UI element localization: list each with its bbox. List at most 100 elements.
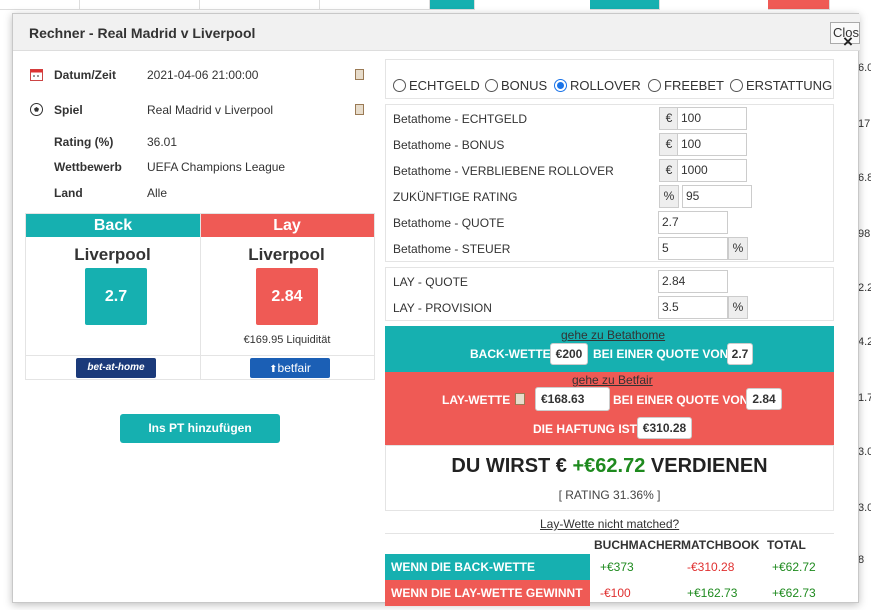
field-label: Betathome - STEUER (393, 242, 511, 256)
field-label: LAY - PROVISION (393, 301, 492, 315)
profit-prefix: DU WIRST € (451, 455, 567, 477)
info-row-rating: Rating (%) 36.01 (25, 132, 373, 152)
col-header: MATCHBOOK (681, 538, 760, 552)
percent-addon: % (728, 296, 748, 319)
col-header: TOTAL (767, 538, 806, 552)
clipboard-icon[interactable] (515, 393, 525, 405)
lay-liquidity: €169.95 Liquidität (243, 334, 331, 346)
goto-betathome-link[interactable]: gehe zu Betathome (561, 328, 665, 342)
form-row-echtgeld: Betathome - ECHTGELD € 100 (386, 105, 835, 131)
radio-label[interactable]: ROLLOVER (570, 78, 641, 93)
back-quote-input[interactable]: 2.7 (658, 211, 728, 234)
currency-addon: € (659, 107, 679, 130)
add-to-pt-button[interactable]: Ins PT hinzufügen (120, 414, 280, 443)
bg-value: 1.7 (858, 392, 871, 404)
calendar-icon (30, 69, 43, 81)
table-row: WENN DIE LAY-WETTE GEWINNT -€100 +€162.7… (385, 580, 833, 606)
back-header: Back (26, 214, 200, 237)
info-row-competition: Wettbewerb UEFA Champions League (25, 157, 373, 177)
info-label: Rating (%) (54, 135, 114, 149)
radio-label[interactable]: ERSTATTUNG (746, 78, 832, 93)
col-header: BUCHMACHER (594, 538, 682, 552)
form-row-bonus: Betathome - BONUS € 100 (386, 131, 835, 157)
bg-value: 4.2 (858, 336, 871, 348)
total-value: +€62.72 (772, 560, 816, 574)
field-label: Betathome - ECHTGELD (393, 112, 528, 126)
info-value: 2021-04-06 21:00:00 (147, 68, 259, 82)
profit-suffix: VERDIENEN (650, 455, 768, 477)
liability-label: DIE HAFTUNG IST (533, 422, 637, 436)
profit-headline: DU WIRST € +€62.72 VERDIENEN (386, 455, 833, 478)
back-odds: 2.7 (85, 268, 147, 325)
info-value: UEFA Champions League (147, 160, 286, 174)
matchbook-value: -€310.28 (687, 560, 735, 574)
modal-title: Rechner - Real Madrid v Liverpool (29, 25, 256, 41)
info-row-datetime: Datum/Zeit 2021-04-06 21:00:00 (25, 65, 373, 85)
bg-value: 2.2 (858, 282, 871, 294)
form-row-lay-provision: LAY - PROVISION 3.5 % (386, 294, 835, 320)
provision-input[interactable]: 3.5 (658, 296, 728, 319)
bonus-input[interactable]: 100 (677, 133, 747, 156)
total-value: +€62.73 (772, 586, 816, 600)
lay-quote-input[interactable]: 2.84 (658, 270, 728, 293)
back-odds-label: BEI EINER QUOTE VON (593, 347, 729, 361)
form-row-rollover: Betathome - VERBLIEBENE ROLLOVER € 1000 (386, 157, 835, 183)
bookmaker-form: Betathome - ECHTGELD € 100 Betathome - B… (385, 104, 834, 262)
close-icon[interactable]: × (843, 32, 853, 52)
profit-amount: +€62.72 (572, 455, 646, 477)
info-row-country: Land Alle (25, 183, 373, 203)
goto-betfair-link[interactable]: gehe zu Betfair (572, 373, 653, 387)
echtgeld-input[interactable]: 100 (677, 107, 747, 130)
rollover-input[interactable]: 1000 (677, 159, 747, 182)
currency-addon: € (659, 159, 679, 182)
form-row-lay-quote: LAY - QUOTE 2.84 (386, 268, 835, 294)
bg-value: 3.0 (858, 446, 871, 458)
radio-label[interactable]: BONUS (501, 78, 547, 93)
row-label: WENN DIE BACK-WETTE GEWINNT (385, 554, 590, 600)
field-label: ZUKÜNFTIGE RATING (393, 190, 518, 204)
lay-odds-label: BEI EINER QUOTE VON (613, 393, 749, 407)
back-bet-label: BACK-WETTE (470, 347, 551, 361)
bet-at-home-logo[interactable]: bet-at-home (76, 358, 156, 378)
outcome-table: BUCHMACHER MATCHBOOK TOTAL WENN DIE BACK… (385, 533, 834, 606)
radio-erstattung[interactable] (730, 79, 743, 92)
event-info-panel: Datum/Zeit 2021-04-06 21:00:00 Spiel Rea… (25, 59, 375, 207)
info-label: Land (54, 186, 83, 200)
radio-label[interactable]: ECHTGELD (409, 78, 480, 93)
lay-not-matched-link[interactable]: Lay-Wette nicht matched? (540, 517, 679, 531)
bookmaker-value: -€100 (600, 586, 631, 600)
clipboard-icon[interactable] (355, 104, 364, 115)
field-label: LAY - QUOTE (393, 275, 468, 289)
info-row-match: Spiel Real Madrid v Liverpool (25, 100, 373, 120)
info-value: 36.01 (147, 135, 178, 149)
modal-header: Rechner - Real Madrid v Liverpool Close … (13, 14, 860, 51)
bg-value: 3.0 (858, 502, 871, 514)
radio-echtgeld[interactable] (393, 79, 406, 92)
lay-bet-label: LAY-WETTE (442, 393, 511, 407)
table-row: WENN DIE BACK-WETTE GEWINNT +€373 -€310.… (385, 554, 833, 600)
radio-label[interactable]: FREEBET (664, 78, 724, 93)
matchbook-value: +€162.73 (687, 586, 738, 600)
bg-value: 98 (858, 228, 871, 240)
info-label: Datum/Zeit (54, 68, 117, 82)
bg-value: 6.0 (858, 62, 871, 74)
divider (200, 214, 201, 379)
radio-rollover[interactable] (554, 79, 567, 92)
info-value: Real Madrid v Liverpool (147, 103, 274, 117)
future-rating-input[interactable]: 95 (682, 185, 752, 208)
field-label: Betathome - QUOTE (393, 216, 505, 230)
field-label: Betathome - VERBLIEBENE ROLLOVER (393, 164, 614, 178)
radio-freebet[interactable] (648, 79, 661, 92)
bookmaker-value: +€373 (600, 560, 634, 574)
currency-addon: € (659, 133, 679, 156)
info-label: Spiel (54, 103, 83, 117)
tax-input[interactable]: 5 (658, 237, 728, 260)
betfair-logo-text: betfair (277, 361, 311, 375)
back-odds-value: 2.7 (727, 343, 753, 365)
bet-type-panel: ECHTGELD BONUS ROLLOVER FREEBET ERSTATTU… (385, 59, 834, 99)
lay-odds: 2.84 (256, 268, 318, 325)
clipboard-icon[interactable] (355, 69, 364, 80)
betfair-logo[interactable]: ⬆betfair (250, 358, 330, 378)
lay-form: LAY - QUOTE 2.84 LAY - PROVISION 3.5 % (385, 267, 834, 321)
radio-bonus[interactable] (485, 79, 498, 92)
